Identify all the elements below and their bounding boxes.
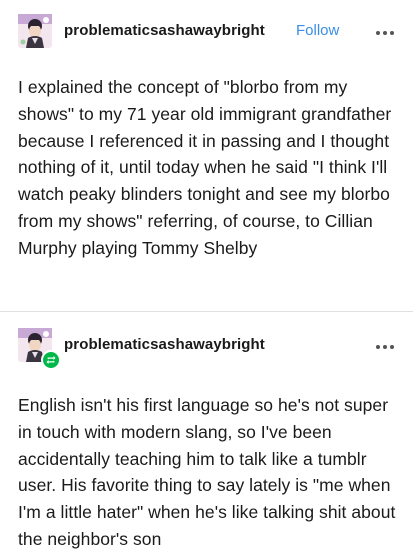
username[interactable]: problematicsashawaybright (64, 22, 265, 39)
avatar-image (18, 14, 52, 48)
follow-button[interactable]: Follow (296, 22, 339, 39)
reblog-icon (41, 350, 61, 370)
post-header: problematicsashawaybright Follow (18, 14, 395, 48)
avatar[interactable] (18, 328, 61, 370)
avatar[interactable] (18, 14, 52, 48)
post-header: problematicsashawaybright (18, 328, 395, 370)
username[interactable]: problematicsashawaybright (64, 336, 265, 353)
divider (0, 311, 413, 312)
ellipsis-icon[interactable] (375, 339, 395, 349)
post-text: English isn't his first language so he's… (18, 395, 396, 549)
ellipsis-icon[interactable] (375, 25, 395, 35)
post-text: I explained the concept of "blorbo from … (18, 77, 392, 258)
